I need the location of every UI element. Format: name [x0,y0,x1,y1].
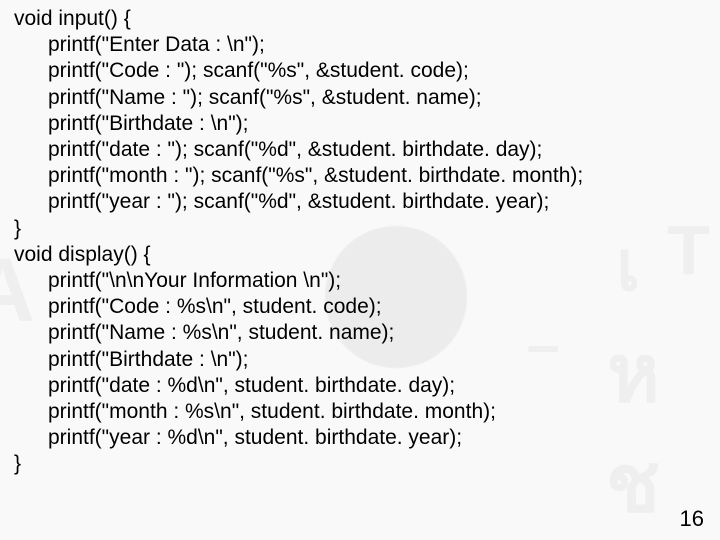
code-line: printf("month : %s\n", student. birthdat… [14,399,710,425]
code-line: printf("\n\nYour Information \n"); [14,268,710,294]
code-line: printf("Birthdate : \n"); [14,347,710,373]
code-line: void input() { [14,6,710,32]
code-line: void display() { [14,242,710,268]
code-line: printf("Birthdate : \n"); [14,111,710,137]
code-line: } [14,451,710,477]
page-number: 16 [680,506,704,532]
code-line: printf("Name : %s\n", student. name); [14,320,710,346]
code-line: printf("date : %d\n", student. birthdate… [14,373,710,399]
code-line: printf("date : "); scanf("%d", &student.… [14,137,710,163]
code-line: printf("Code : %s\n", student. code); [14,294,710,320]
code-line: printf("year : "); scanf("%d", &student.… [14,189,710,215]
code-line: printf("year : %d\n", student. birthdate… [14,425,710,451]
code-line: } [14,216,710,242]
code-line: printf("Name : "); scanf("%s", &student.… [14,85,710,111]
code-line: printf("Code : "); scanf("%s", &student.… [14,58,710,84]
code-line: printf("Enter Data : \n"); [14,32,710,58]
code-block: void input() { printf("Enter Data : \n")… [0,0,720,540]
code-line: printf("month : "); scanf("%s", &student… [14,163,710,189]
